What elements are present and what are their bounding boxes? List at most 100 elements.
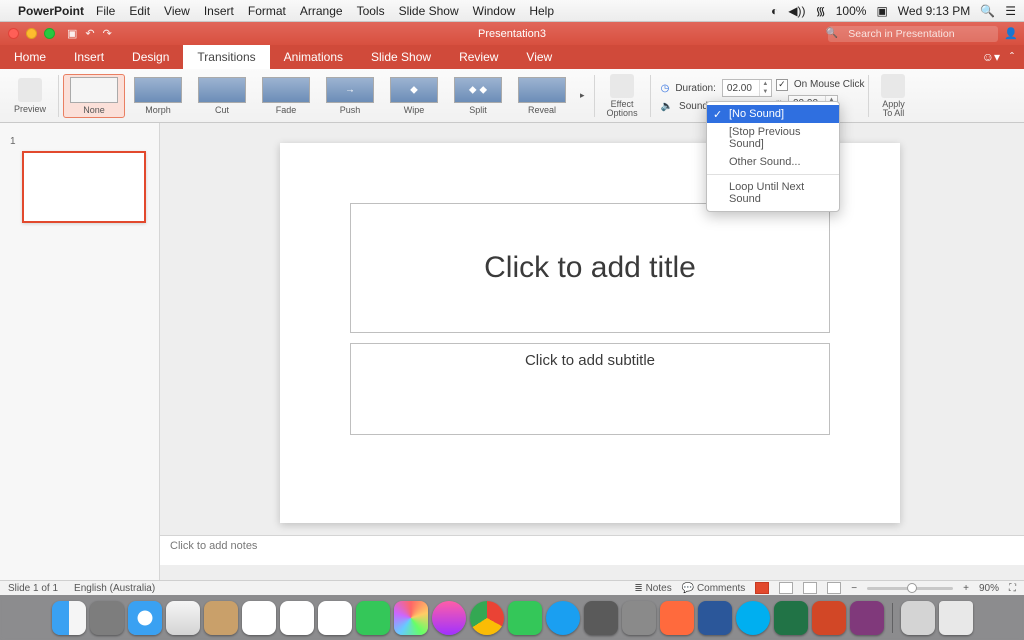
dock-mail-icon[interactable] <box>166 601 200 635</box>
menu-file[interactable]: File <box>96 4 115 18</box>
sound-option-stop-previous[interactable]: [Stop Previous Sound] <box>707 123 839 153</box>
zoom-out-button[interactable]: − <box>851 583 857 594</box>
app-name[interactable]: PowerPoint <box>18 4 84 18</box>
comments-toggle[interactable]: 💬 Comments <box>682 583 746 594</box>
dock-powerpoint-icon[interactable] <box>812 601 846 635</box>
tab-design[interactable]: Design <box>118 45 183 69</box>
zoom-percent[interactable]: 90% <box>979 583 999 594</box>
dock-skype-icon[interactable] <box>736 601 770 635</box>
transition-cut[interactable]: Cut <box>191 74 253 118</box>
dock-itunes-icon[interactable] <box>432 601 466 635</box>
dock-chrome-icon[interactable] <box>470 601 504 635</box>
menu-view[interactable]: View <box>164 4 190 18</box>
dock-word-icon[interactable] <box>698 601 732 635</box>
subtitle-placeholder[interactable]: Click to add subtitle <box>350 343 830 435</box>
transition-push[interactable]: →Push <box>319 74 381 118</box>
menu-format[interactable]: Format <box>248 4 286 18</box>
zoom-window-button[interactable] <box>44 28 55 39</box>
transition-none[interactable]: None <box>63 74 125 118</box>
on-mouse-checkbox[interactable]: ✓ <box>776 79 788 91</box>
sound-option-no-sound[interactable]: [No Sound] <box>707 105 839 123</box>
dock-finder-icon[interactable] <box>52 601 86 635</box>
volume-icon[interactable]: ◀)) <box>788 4 805 18</box>
dock-automator-icon[interactable] <box>622 601 656 635</box>
dock-appstore-icon[interactable] <box>546 601 580 635</box>
preview-button[interactable]: Preview <box>6 69 54 122</box>
reading-view-button[interactable] <box>803 582 817 594</box>
tab-review[interactable]: Review <box>445 45 512 69</box>
menu-insert[interactable]: Insert <box>204 4 234 18</box>
duration-input[interactable]: 02.00 ▲▼ <box>722 79 772 97</box>
fit-to-window-button[interactable]: ⛶ <box>1009 583 1016 594</box>
search-input[interactable] <box>828 26 998 42</box>
duration-up[interactable]: ▲ <box>760 80 771 88</box>
notes-toggle[interactable]: ≣ Notes <box>634 583 671 594</box>
clock[interactable]: Wed 9:13 PM <box>898 4 970 18</box>
transition-wipe[interactable]: ◆Wipe <box>383 74 445 118</box>
qat-undo-icon[interactable]: ↶ <box>85 27 94 40</box>
gallery-more[interactable]: ▸ <box>575 89 590 102</box>
menu-arrange[interactable]: Arrange <box>300 4 343 18</box>
tab-view[interactable]: View <box>512 45 566 69</box>
dock-excel-icon[interactable] <box>774 601 808 635</box>
menu-edit[interactable]: Edit <box>129 4 150 18</box>
notes-pane[interactable]: Click to add notes <box>160 535 1024 565</box>
dock-calendar-icon[interactable] <box>242 601 276 635</box>
zoom-slider[interactable] <box>867 587 953 590</box>
transition-reveal[interactable]: Reveal <box>511 74 573 118</box>
dock-downloads-icon[interactable] <box>901 601 935 635</box>
dock-trash-icon[interactable] <box>939 601 973 635</box>
tab-transitions[interactable]: Transitions <box>183 45 269 69</box>
siri-icon[interactable]: ◐ <box>771 4 778 18</box>
dock-safari-icon[interactable] <box>128 601 162 635</box>
preview-icon <box>18 78 42 102</box>
minimize-window-button[interactable] <box>26 28 37 39</box>
dock-notes-icon[interactable] <box>280 601 314 635</box>
dock-contacts-icon[interactable] <box>204 601 238 635</box>
slideshow-view-button[interactable] <box>827 582 841 594</box>
slide-thumbnail-1[interactable] <box>22 151 146 223</box>
menu-help[interactable]: Help <box>529 4 554 18</box>
wifi-icon[interactable]: ᯾ <box>816 2 826 19</box>
normal-view-button[interactable] <box>755 582 769 594</box>
sound-option-other[interactable]: Other Sound... <box>707 153 839 171</box>
apply-to-all-button[interactable]: Apply To All <box>873 69 913 122</box>
effect-options-label: Effect Options <box>607 100 638 118</box>
dock-facetime-icon[interactable] <box>508 601 542 635</box>
tab-slideshow[interactable]: Slide Show <box>357 45 445 69</box>
effect-options-button[interactable]: Effect Options <box>599 69 646 122</box>
sound-option-loop[interactable]: Loop Until Next Sound <box>707 178 839 208</box>
spotlight-icon[interactable]: 🔍 <box>980 4 995 18</box>
transition-fade[interactable]: Fade <box>255 74 317 118</box>
language-indicator[interactable]: English (Australia) <box>74 583 155 594</box>
battery-icon[interactable]: ▣ <box>876 4 887 18</box>
dock-messages-icon[interactable] <box>356 601 390 635</box>
account-icon[interactable]: ☺▾ <box>982 50 1000 64</box>
qat-redo-icon[interactable]: ↷ <box>103 27 112 40</box>
duration-down[interactable]: ▼ <box>760 88 771 96</box>
share-icon[interactable]: 👤 <box>1004 27 1018 40</box>
tab-home[interactable]: Home <box>0 45 60 69</box>
menu-slideshow[interactable]: Slide Show <box>399 4 459 18</box>
zoom-in-button[interactable]: + <box>963 583 969 594</box>
close-window-button[interactable] <box>8 28 19 39</box>
dock-onenote-icon[interactable] <box>850 601 884 635</box>
dock-photobooth-icon[interactable] <box>660 601 694 635</box>
dock-systemprefs-icon[interactable] <box>584 601 618 635</box>
menu-window[interactable]: Window <box>473 4 516 18</box>
title-placeholder[interactable]: Click to add title <box>350 203 830 333</box>
qat-save-icon[interactable]: ▣ <box>67 27 77 40</box>
transition-morph[interactable]: Morph <box>127 74 189 118</box>
tab-insert[interactable]: Insert <box>60 45 118 69</box>
dock-photos-icon[interactable] <box>394 601 428 635</box>
transition-split[interactable]: ◆ ◆Split <box>447 74 509 118</box>
dock-reminders-icon[interactable] <box>318 601 352 635</box>
title-placeholder-text: Click to add title <box>484 251 696 285</box>
menu-tools[interactable]: Tools <box>357 4 385 18</box>
tab-animations[interactable]: Animations <box>270 45 357 69</box>
dock-launchpad-icon[interactable] <box>90 601 124 635</box>
ribbon-collapse-icon[interactable]: ˆ <box>1010 50 1014 64</box>
transition-none-label: None <box>83 105 105 115</box>
notification-center-icon[interactable]: ☰ <box>1005 4 1016 18</box>
sorter-view-button[interactable] <box>779 582 793 594</box>
